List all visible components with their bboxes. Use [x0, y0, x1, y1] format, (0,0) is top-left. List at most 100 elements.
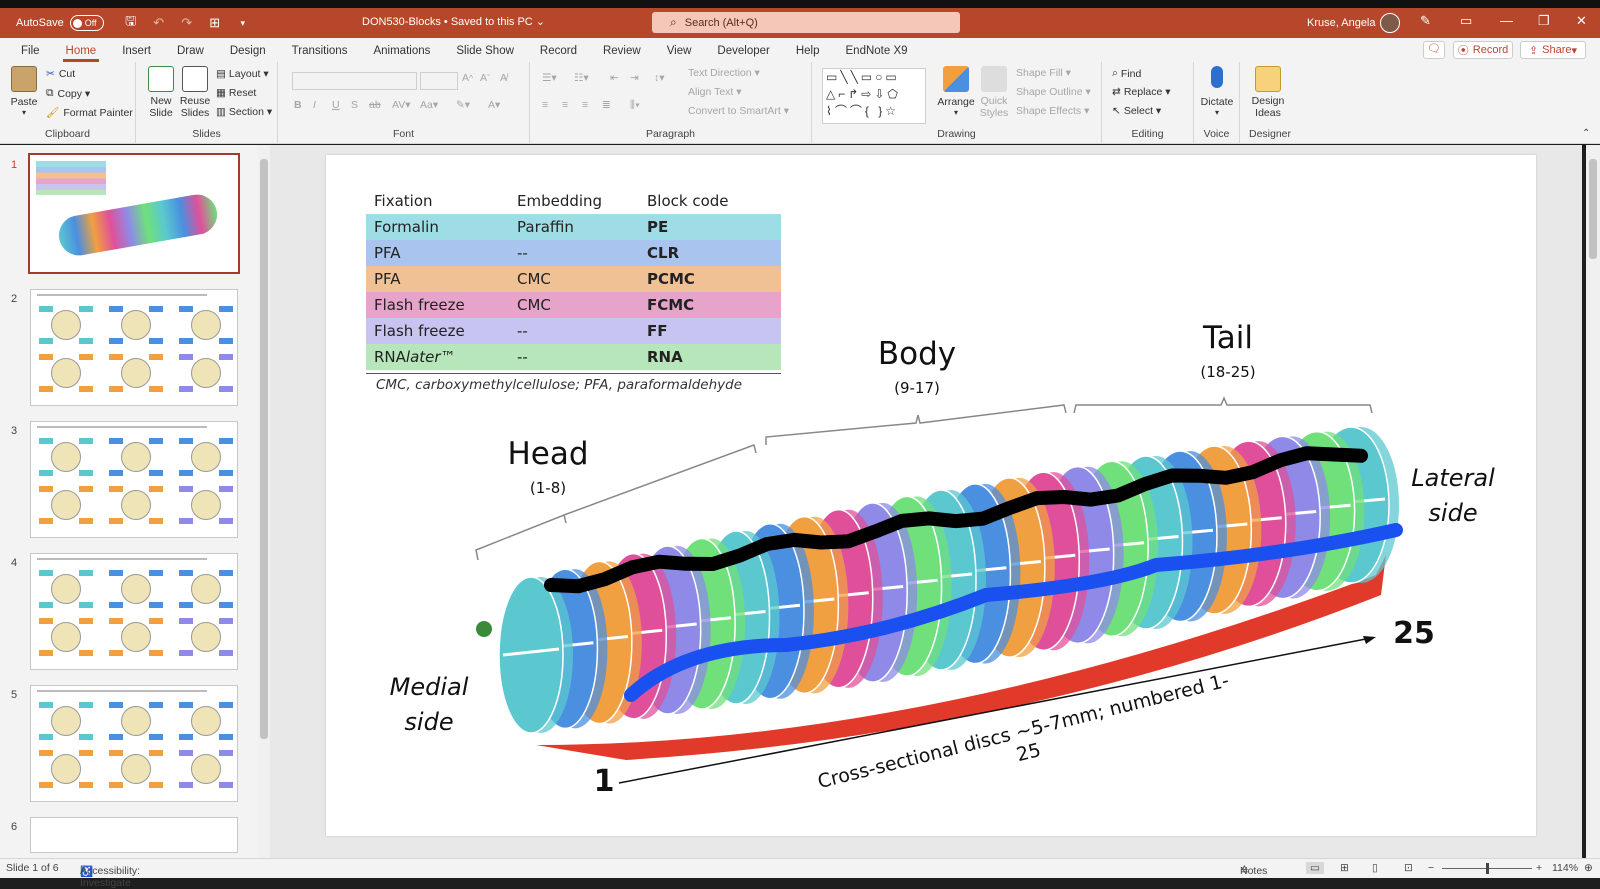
copy-button[interactable]: ⧉ Copy ▾	[46, 87, 90, 100]
tab-developer[interactable]: Developer	[704, 45, 782, 62]
shape-fill-button[interactable]: Shape Fill ▾	[1016, 67, 1071, 79]
format-painter-button[interactable]: 🖌 Format Painter	[46, 106, 133, 120]
zoom-level[interactable]: 114%	[1552, 862, 1578, 874]
bullets-icon[interactable]: ☰▾	[542, 72, 557, 84]
zoom-thumb[interactable]	[1486, 863, 1489, 874]
font-size-select[interactable]	[420, 72, 458, 90]
shapes-gallery[interactable]: ▭╲╲▭○▭ △⌐↱⇨⇩⬠ ⌇⌒⌒{ }☆	[822, 68, 926, 124]
tab-draw[interactable]: Draw	[164, 45, 217, 62]
editor-scrollbar[interactable]	[1586, 145, 1600, 858]
cut-button[interactable]: ✂ Cut	[46, 68, 75, 80]
slide-thumbnail-2[interactable]	[30, 289, 238, 406]
convert-smartart-button[interactable]: Convert to SmartArt ▾	[688, 105, 789, 117]
strikethrough-icon[interactable]: ab	[369, 99, 381, 111]
highlight-icon[interactable]: ✎▾	[456, 99, 470, 111]
line-spacing-icon[interactable]: ↕▾	[654, 72, 665, 84]
redo-icon[interactable]: ↷	[176, 12, 198, 34]
char-spacing-icon[interactable]: AV▾	[392, 99, 411, 111]
user-name[interactable]: Kruse, Angela	[1307, 17, 1376, 29]
quick-styles-button[interactable]: Quick Styles	[978, 66, 1010, 119]
tab-record[interactable]: Record	[527, 45, 590, 62]
dictate-button[interactable]: Dictate ▾	[1200, 66, 1234, 117]
close-icon[interactable]: ✕	[1576, 13, 1587, 29]
fit-slide-icon[interactable]: ⊕	[1584, 862, 1593, 874]
select-button[interactable]: ↖ Select ▾	[1112, 105, 1161, 117]
grow-font-icon[interactable]: A ^	[462, 72, 473, 84]
record-button[interactable]: ⦿ Record	[1453, 41, 1513, 59]
ribbon-tabs: File Home Insert Draw Design Transitions Anima…	[0, 38, 1600, 62]
find-button[interactable]: ⌕ Find	[1112, 67, 1141, 80]
reuse-slides-button[interactable]: Reuse Slides	[180, 66, 210, 119]
slides-group: New Slide Reuse Slides ▤ Layout ▾ ▦ Reset …	[136, 62, 278, 144]
align-right-icon[interactable]: ≡	[582, 99, 588, 111]
normal-view-icon[interactable]: ▭	[1306, 862, 1324, 874]
slide-thumbnail-6[interactable]	[30, 817, 238, 853]
clear-format-icon[interactable]: A̸	[500, 72, 507, 84]
paste-button[interactable]: Paste ▾	[10, 66, 38, 117]
tab-transitions[interactable]: Transitions	[279, 45, 361, 62]
italic-icon[interactable]: I	[313, 99, 316, 111]
save-icon[interactable]: 🖫	[120, 12, 142, 34]
columns-icon[interactable]: ⫼▾	[630, 99, 640, 112]
tab-review[interactable]: Review	[590, 45, 654, 62]
tab-endnote-x9[interactable]: EndNote X9	[833, 45, 921, 62]
tab-animations[interactable]: Animations	[360, 45, 443, 62]
slide-thumbnail-5[interactable]	[30, 685, 238, 802]
autosave-toggle[interactable]: Off	[69, 15, 104, 31]
arrange-button[interactable]: Arrange ▾	[937, 66, 975, 117]
layout-button[interactable]: ▤ Layout ▾	[216, 68, 269, 80]
reset-button[interactable]: ▦ Reset	[216, 87, 256, 99]
shape-effects-button[interactable]: Shape Effects ▾	[1016, 105, 1089, 117]
change-case-icon[interactable]: Aa▾	[420, 99, 438, 111]
font-family-select[interactable]	[292, 72, 417, 90]
text-direction-button[interactable]: Text Direction ▾	[688, 67, 760, 79]
underline-icon[interactable]: U	[332, 99, 340, 111]
share-button[interactable]: ⇪ Share ▾	[1520, 41, 1586, 59]
slide-thumbnail-3[interactable]	[30, 421, 238, 538]
slideshow-icon[interactable]: ⊡	[1404, 862, 1413, 874]
collapse-ribbon-icon[interactable]: ⌃	[1582, 128, 1590, 139]
shrink-font-icon[interactable]: Aˇ	[480, 72, 490, 84]
align-text-button[interactable]: Align Text ▾	[688, 86, 742, 98]
avatar[interactable]	[1380, 13, 1400, 33]
zoom-in-icon[interactable]: +	[1536, 862, 1542, 874]
presenter-icon[interactable]: ⊞	[204, 12, 226, 34]
customize-toolbar-icon[interactable]: ▾	[232, 12, 254, 34]
ribbon-display-icon[interactable]: ▭	[1460, 13, 1472, 29]
slide-thumbnail-4[interactable]	[30, 553, 238, 670]
tab-insert[interactable]: Insert	[109, 45, 164, 62]
align-left-icon[interactable]: ≡	[542, 99, 548, 111]
slide-sorter-icon[interactable]: ⊞	[1340, 862, 1349, 874]
replace-button[interactable]: ⇄ Replace ▾	[1112, 86, 1171, 98]
section-button[interactable]: ▥ Section ▾	[216, 106, 272, 118]
slide-canvas[interactable]: Fixation Embedding Block code Formalin Pa…	[326, 155, 1536, 836]
increase-indent-icon[interactable]: ⇥	[630, 72, 639, 84]
justify-icon[interactable]: ≣	[602, 99, 611, 111]
minimize-icon[interactable]: —	[1500, 13, 1513, 28]
thumbnails-scrollbar[interactable]	[258, 145, 270, 858]
search-input[interactable]: ⌕ Search (Alt+Q)	[652, 12, 960, 33]
new-slide-button[interactable]: New Slide	[146, 66, 176, 119]
tab-home[interactable]: Home	[53, 45, 110, 62]
design-ideas-button[interactable]: Design Ideas	[1248, 66, 1288, 119]
comments-button[interactable]: 🗨	[1423, 41, 1445, 59]
tab-file[interactable]: File	[8, 45, 53, 62]
decrease-indent-icon[interactable]: ⇤	[610, 72, 619, 84]
undo-icon[interactable]: ↶	[148, 12, 170, 34]
tab-help[interactable]: Help	[783, 45, 833, 62]
shadow-icon[interactable]: S	[351, 99, 358, 111]
numbering-icon[interactable]: ☷▾	[574, 72, 589, 84]
zoom-out-icon[interactable]: −	[1428, 862, 1434, 874]
tab-design[interactable]: Design	[217, 45, 279, 62]
align-center-icon[interactable]: ≡	[562, 99, 568, 111]
maximize-icon[interactable]: ❐	[1538, 13, 1550, 29]
slide-thumbnail-1[interactable]	[28, 153, 240, 274]
tab-slide-show[interactable]: Slide Show	[443, 45, 527, 62]
bold-icon[interactable]: B	[294, 99, 302, 111]
shape-outline-button[interactable]: Shape Outline ▾	[1016, 86, 1091, 98]
reading-view-icon[interactable]: ▯	[1372, 862, 1378, 874]
document-title[interactable]: DON530-Blocks • Saved to this PC ⌄	[362, 15, 545, 28]
pen-icon[interactable]: ✎	[1420, 13, 1431, 29]
font-color-icon[interactable]: A▾	[488, 99, 500, 111]
tab-view[interactable]: View	[654, 45, 705, 62]
